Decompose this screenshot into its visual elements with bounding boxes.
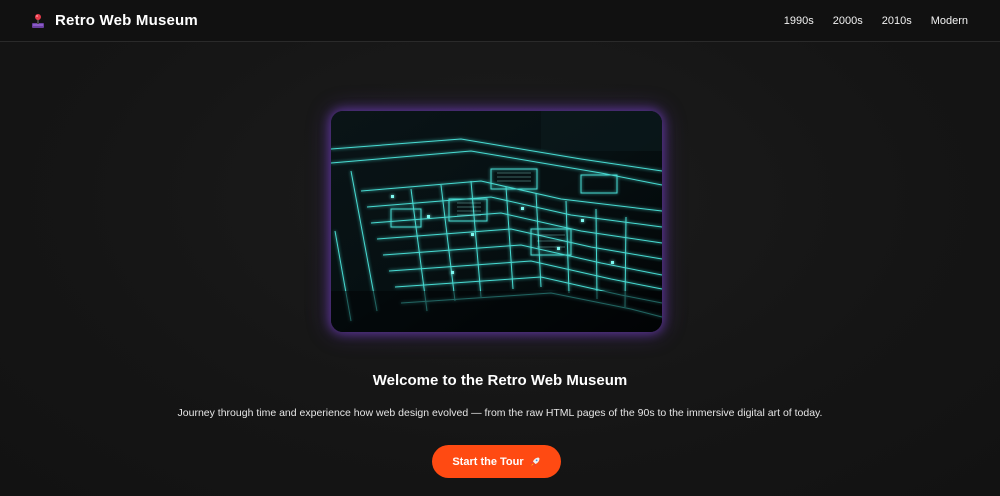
circuit-board-illustration (331, 111, 662, 332)
start-tour-button[interactable]: Start the Tour (432, 445, 561, 478)
rocket-icon (530, 457, 540, 466)
intro-paragraph: Journey through time and experience how … (177, 407, 823, 419)
hero-image (331, 111, 662, 332)
nav-link-2000s[interactable]: 2000s (833, 15, 863, 27)
joystick-icon (32, 13, 44, 28)
nav-link-modern[interactable]: Modern (931, 15, 968, 27)
welcome-heading: Welcome to the Retro Web Museum (372, 372, 628, 389)
nav-link-1990s[interactable]: 1990s (784, 15, 814, 27)
top-navbar: Retro Web Museum 1990s 2000s 2010s Moder… (0, 0, 1000, 42)
nav-link-2010s[interactable]: 2010s (882, 15, 912, 27)
start-tour-label: Start the Tour (452, 455, 524, 468)
main-nav: 1990s 2000s 2010s Modern (784, 15, 968, 27)
brand[interactable]: Retro Web Museum (30, 12, 198, 29)
site-title: Retro Web Museum (55, 12, 198, 29)
page: Retro Web Museum 1990s 2000s 2010s Moder… (0, 0, 1000, 496)
